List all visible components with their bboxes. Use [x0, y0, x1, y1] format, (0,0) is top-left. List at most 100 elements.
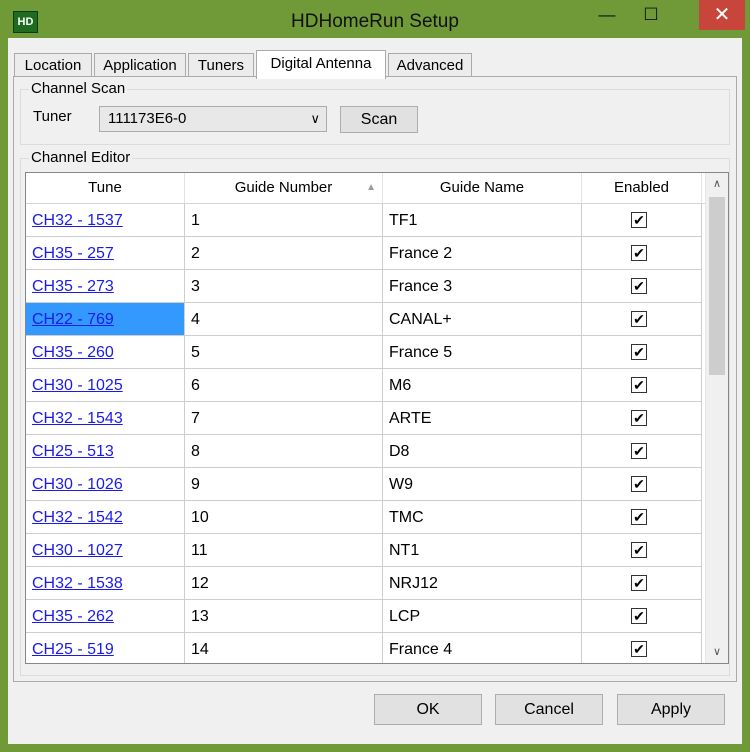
tune-link[interactable]: CH35 - 273	[26, 270, 185, 303]
chevron-down-icon: ∨	[310, 111, 320, 126]
channel-row[interactable]: CH32 - 1538 12 NRJ12 ✔	[26, 567, 706, 600]
guide-name-cell[interactable]: France 5	[383, 336, 582, 369]
guide-number-cell[interactable]: 9	[185, 468, 383, 501]
enabled-checkbox[interactable]: ✔	[631, 212, 647, 228]
cancel-button[interactable]: Cancel	[495, 694, 603, 725]
tune-link[interactable]: CH30 - 1027	[26, 534, 185, 567]
guide-number-cell[interactable]: 7	[185, 402, 383, 435]
tune-link[interactable]: CH30 - 1025	[26, 369, 185, 402]
enabled-checkbox[interactable]: ✔	[631, 476, 647, 492]
enabled-checkbox[interactable]: ✔	[631, 443, 647, 459]
tune-link[interactable]: CH30 - 1026	[26, 468, 185, 501]
guide-number-cell[interactable]: 13	[185, 600, 383, 633]
guide-number-cell[interactable]: 10	[185, 501, 383, 534]
scan-button[interactable]: Scan	[340, 106, 418, 133]
channel-row[interactable]: CH32 - 1542 10 TMC ✔	[26, 501, 706, 534]
tune-link[interactable]: CH32 - 1543	[26, 402, 185, 435]
column-header-guide-number-label: Guide Number	[234, 179, 333, 196]
guide-name-cell[interactable]: ARTE	[383, 402, 582, 435]
guide-name-cell[interactable]: France 2	[383, 237, 582, 270]
guide-name-cell[interactable]: TF1	[383, 204, 582, 237]
column-header-guide-number[interactable]: Guide Number ▲	[185, 173, 383, 203]
scrollbar-thumb[interactable]	[709, 197, 725, 375]
ok-button[interactable]: OK	[374, 694, 482, 725]
tune-link[interactable]: CH35 - 262	[26, 600, 185, 633]
tab-tuners[interactable]: Tuners	[188, 53, 254, 77]
channel-row[interactable]: CH35 - 257 2 France 2 ✔	[26, 237, 706, 270]
guide-name-cell[interactable]: W9	[383, 468, 582, 501]
guide-number-cell[interactable]: 2	[185, 237, 383, 270]
tab-location[interactable]: Location	[14, 53, 92, 77]
channel-row[interactable]: CH25 - 513 8 D8 ✔	[26, 435, 706, 468]
column-header-enabled[interactable]: Enabled	[582, 173, 702, 203]
minimize-button[interactable]: —	[590, 0, 624, 30]
guide-number-cell[interactable]: 4	[185, 303, 383, 336]
tune-link[interactable]: CH25 - 513	[26, 435, 185, 468]
scroll-up-icon[interactable]: ∧	[706, 173, 728, 195]
close-button[interactable]: ✕	[699, 0, 745, 30]
channel-row[interactable]: CH22 - 769 4 CANAL+ ✔	[26, 303, 706, 336]
tab-advanced[interactable]: Advanced	[388, 53, 472, 77]
tune-link[interactable]: CH32 - 1542	[26, 501, 185, 534]
guide-number-cell[interactable]: 3	[185, 270, 383, 303]
guide-number-cell[interactable]: 6	[185, 369, 383, 402]
guide-number-cell[interactable]: 11	[185, 534, 383, 567]
enabled-cell: ✔	[582, 237, 702, 270]
enabled-checkbox[interactable]: ✔	[631, 245, 647, 261]
channel-row[interactable]: CH30 - 1025 6 M6 ✔	[26, 369, 706, 402]
enabled-checkbox[interactable]: ✔	[631, 575, 647, 591]
guide-name-cell[interactable]: LCP	[383, 600, 582, 633]
tune-link[interactable]: CH35 - 260	[26, 336, 185, 369]
guide-name-cell[interactable]: M6	[383, 369, 582, 402]
enabled-checkbox[interactable]: ✔	[631, 278, 647, 294]
guide-name-cell[interactable]: D8	[383, 435, 582, 468]
enabled-cell: ✔	[582, 336, 702, 369]
guide-name-cell[interactable]: NRJ12	[383, 567, 582, 600]
enabled-checkbox[interactable]: ✔	[631, 410, 647, 426]
channel-row[interactable]: CH25 - 519 14 France 4 ✔	[26, 633, 706, 663]
guide-name-cell[interactable]: NT1	[383, 534, 582, 567]
guide-name-cell[interactable]: France 3	[383, 270, 582, 303]
enabled-checkbox[interactable]: ✔	[631, 608, 647, 624]
tune-link[interactable]: CH32 - 1538	[26, 567, 185, 600]
channel-row[interactable]: CH35 - 260 5 France 5 ✔	[26, 336, 706, 369]
guide-name-cell[interactable]: France 4	[383, 633, 582, 663]
tune-link[interactable]: CH35 - 257	[26, 237, 185, 270]
dialog-client: Location Application Tuners Digital Ante…	[8, 38, 742, 744]
enabled-cell: ✔	[582, 534, 702, 567]
maximize-button[interactable]: ☐	[634, 0, 668, 30]
guide-number-cell[interactable]: 12	[185, 567, 383, 600]
guide-name-cell[interactable]: TMC	[383, 501, 582, 534]
digital-antenna-page: Channel Scan Tuner 111173E6-0 ∨ Scan Cha…	[13, 76, 737, 682]
channel-row[interactable]: CH35 - 262 13 LCP ✔	[26, 600, 706, 633]
enabled-checkbox[interactable]: ✔	[631, 641, 647, 657]
tab-digital-antenna[interactable]: Digital Antenna	[256, 50, 386, 79]
tab-application[interactable]: Application	[94, 53, 186, 77]
enabled-checkbox[interactable]: ✔	[631, 542, 647, 558]
channel-row[interactable]: CH30 - 1027 11 NT1 ✔	[26, 534, 706, 567]
title-bar[interactable]: HD HDHomeRun Setup — ☐ ✕	[0, 0, 750, 42]
enabled-cell: ✔	[582, 402, 702, 435]
enabled-checkbox[interactable]: ✔	[631, 509, 647, 525]
channel-row[interactable]: CH32 - 1537 1 TF1 ✔	[26, 204, 706, 237]
guide-number-cell[interactable]: 14	[185, 633, 383, 663]
channel-row[interactable]: CH35 - 273 3 France 3 ✔	[26, 270, 706, 303]
enabled-checkbox[interactable]: ✔	[631, 311, 647, 327]
enabled-checkbox[interactable]: ✔	[631, 377, 647, 393]
tuner-dropdown[interactable]: 111173E6-0 ∨	[99, 106, 327, 132]
guide-name-cell[interactable]: CANAL+	[383, 303, 582, 336]
channel-row[interactable]: CH32 - 1543 7 ARTE ✔	[26, 402, 706, 435]
column-header-tune[interactable]: Tune	[26, 173, 185, 203]
tune-link[interactable]: CH22 - 769	[26, 303, 185, 336]
tune-link[interactable]: CH25 - 519	[26, 633, 185, 663]
apply-button[interactable]: Apply	[617, 694, 725, 725]
guide-number-cell[interactable]: 5	[185, 336, 383, 369]
scroll-down-icon[interactable]: ∨	[706, 641, 728, 663]
guide-number-cell[interactable]: 8	[185, 435, 383, 468]
column-header-guide-name[interactable]: Guide Name	[383, 173, 582, 203]
enabled-checkbox[interactable]: ✔	[631, 344, 647, 360]
vertical-scrollbar[interactable]: ∧ ∨	[705, 173, 728, 663]
tune-link[interactable]: CH32 - 1537	[26, 204, 185, 237]
channel-row[interactable]: CH30 - 1026 9 W9 ✔	[26, 468, 706, 501]
guide-number-cell[interactable]: 1	[185, 204, 383, 237]
